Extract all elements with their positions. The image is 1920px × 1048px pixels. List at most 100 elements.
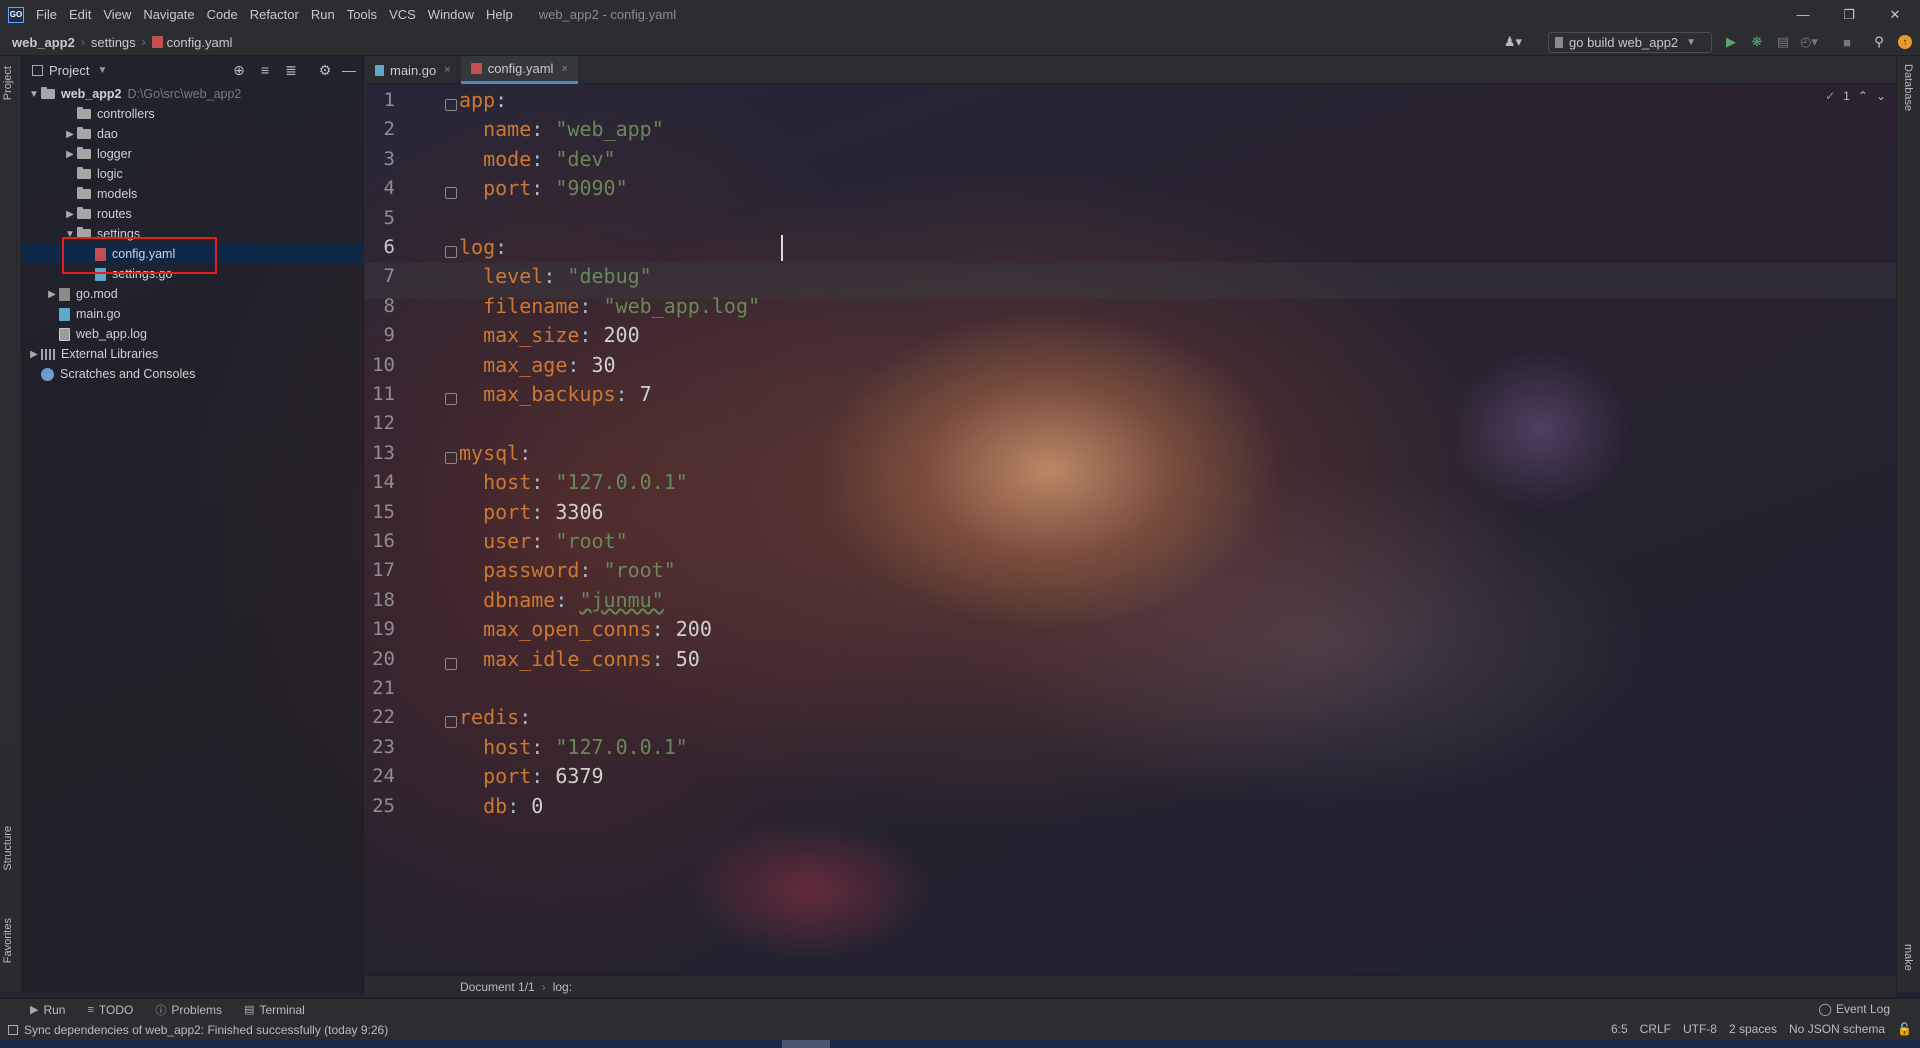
tree-item[interactable]: Scratches and Consoles [22, 364, 364, 384]
tree-item[interactable]: web_app.log [22, 324, 364, 344]
inspection-widget[interactable]: ✓ 1 ⌃ ⌄ [1825, 89, 1886, 103]
tree-root[interactable]: ▼ web_app2 D:\Go\src\web_app2 [22, 84, 364, 104]
gear-icon[interactable]: ⚙ [316, 61, 334, 79]
project-view-label[interactable]: Project [49, 63, 89, 78]
run-tool-button[interactable]: ▶ Run [30, 1003, 65, 1017]
menu-tools[interactable]: Tools [341, 7, 383, 22]
colon: : [531, 529, 544, 553]
chevron-down-icon[interactable]: ⌄ [1876, 89, 1886, 103]
json-schema[interactable]: No JSON schema [1789, 1022, 1885, 1036]
tree-item[interactable]: models [22, 184, 364, 204]
event-log-button[interactable]: ◯ Event Log [1819, 1002, 1890, 1016]
close-icon[interactable]: ✕ [1872, 0, 1918, 29]
menu-help[interactable]: Help [480, 7, 519, 22]
chevron-up-icon[interactable]: ⌃ [1858, 89, 1868, 103]
chevron-right-icon[interactable]: ▶ [63, 129, 77, 140]
menu-view[interactable]: View [97, 7, 137, 22]
minimize-icon[interactable]: — [1780, 0, 1826, 29]
breadcrumb-key[interactable]: log: [553, 980, 572, 994]
caret-position[interactable]: 6:5 [1611, 1022, 1628, 1036]
yaml-number-value: 6379 [555, 764, 604, 789]
colon: : [519, 705, 532, 730]
line-number: 1 [383, 89, 395, 111]
menu-code[interactable]: Code [201, 7, 244, 22]
debug-icon[interactable]: ❋ [1748, 33, 1766, 51]
breadcrumb-document[interactable]: Document 1/1 [460, 980, 535, 994]
chevron-down-icon[interactable]: ▼ [27, 89, 41, 100]
breadcrumb-file[interactable]: config.yaml [167, 35, 233, 50]
tab-main-go[interactable]: main.go × [365, 56, 461, 84]
tree-item[interactable]: ▶ dao [22, 124, 364, 144]
lock-icon[interactable]: 🔓 [1897, 1022, 1912, 1036]
menu-file[interactable]: File [30, 7, 63, 22]
event-log-label: Event Log [1835, 1002, 1890, 1016]
make-tool-tab[interactable]: make [1902, 944, 1914, 971]
fold-marker-icon[interactable] [445, 246, 457, 258]
colon: : [579, 323, 592, 348]
problems-tool-button[interactable]: ⓘ Problems [155, 1002, 222, 1018]
chevron-right-icon[interactable]: ▶ [63, 149, 77, 160]
menu-edit[interactable]: Edit [63, 7, 97, 22]
close-icon[interactable]: × [444, 64, 450, 76]
coverage-icon[interactable]: ▤ [1774, 33, 1792, 51]
tree-item[interactable]: main.go [22, 304, 364, 324]
code-line: db: 0 [459, 788, 543, 824]
tree-item[interactable]: controllers [22, 104, 364, 124]
menu-refactor[interactable]: Refactor [244, 7, 305, 22]
fold-marker-icon[interactable] [445, 451, 457, 464]
fold-marker-icon[interactable] [445, 657, 457, 670]
hide-icon[interactable]: — [340, 61, 358, 79]
run-icon[interactable]: ▶ [1722, 33, 1740, 51]
todo-tool-button[interactable]: ≡ TODO [87, 1003, 133, 1017]
chevron-right-icon[interactable]: ▶ [63, 209, 77, 220]
menu-run[interactable]: Run [305, 7, 341, 22]
fold-marker-icon[interactable] [445, 99, 457, 111]
breadcrumb-folder[interactable]: settings [91, 35, 136, 50]
fold-marker-icon[interactable] [445, 716, 457, 729]
user-icon[interactable]: ♟▾ [1504, 33, 1522, 51]
chevron-right-icon[interactable]: ▶ [27, 349, 41, 360]
collapse-all-icon[interactable]: ≣ [282, 61, 300, 79]
expand-all-icon[interactable]: ≡ [256, 61, 274, 79]
breadcrumb-project[interactable]: web_app2 [12, 35, 75, 50]
close-icon[interactable]: × [561, 63, 567, 75]
yaml-number-value: 30 [591, 352, 616, 377]
folder-icon [41, 87, 55, 99]
line-number: 6 [383, 236, 395, 258]
line-number: 11 [372, 383, 395, 405]
locate-icon[interactable]: ⊕ [230, 61, 248, 79]
status-message[interactable]: Sync dependencies of web_app2: Finished … [24, 1023, 388, 1037]
profile-icon[interactable]: ◴▾ [1800, 33, 1818, 51]
search-icon[interactable]: ⚲ [1870, 33, 1888, 51]
chevron-down-icon[interactable]: ▼ [97, 65, 107, 76]
tree-item[interactable]: ▶ External Libraries [22, 344, 364, 364]
indent-setting[interactable]: 2 spaces [1729, 1022, 1777, 1036]
database-tool-tab[interactable]: Database [1902, 64, 1914, 111]
fold-marker-icon[interactable] [445, 187, 457, 200]
run-configuration-select[interactable]: go build web_app2 ▼ [1548, 32, 1712, 53]
favorites-tool-tab[interactable]: Favorites [2, 918, 14, 963]
terminal-tool-button[interactable]: ▤ Terminal [244, 1003, 305, 1017]
tab-config-yaml[interactable]: config.yaml × [460, 56, 578, 84]
stop-icon[interactable]: ■ [1838, 33, 1856, 51]
layout-icon[interactable] [8, 1025, 18, 1035]
tree-item[interactable]: logic [22, 164, 364, 184]
file-encoding[interactable]: UTF-8 [1683, 1022, 1717, 1036]
chevron-right-icon[interactable]: ▶ [45, 289, 59, 300]
library-icon [41, 348, 55, 360]
tree-item[interactable]: ▶ routes [22, 204, 364, 224]
fold-marker-icon[interactable] [445, 393, 457, 405]
project-tool-tab[interactable]: Project [2, 66, 14, 100]
tree-item[interactable]: ▶ go.mod [22, 284, 364, 304]
code-editor[interactable]: ✓ 1 ⌃ ⌄ 1 app: 2 name: "web_app" 3 mode: "d… [365, 85, 1896, 975]
update-icon[interactable]: ↑ [1898, 35, 1912, 49]
structure-tool-tab[interactable]: Structure [2, 826, 14, 871]
line-number: 17 [372, 559, 395, 582]
restore-icon[interactable]: ❐ [1826, 0, 1872, 29]
menu-vcs[interactable]: VCS [383, 7, 422, 22]
tree-item[interactable]: ▶ logger [22, 144, 364, 164]
line-ending[interactable]: CRLF [1640, 1022, 1671, 1036]
menu-navigate[interactable]: Navigate [137, 7, 200, 22]
menu-window[interactable]: Window [422, 7, 480, 22]
